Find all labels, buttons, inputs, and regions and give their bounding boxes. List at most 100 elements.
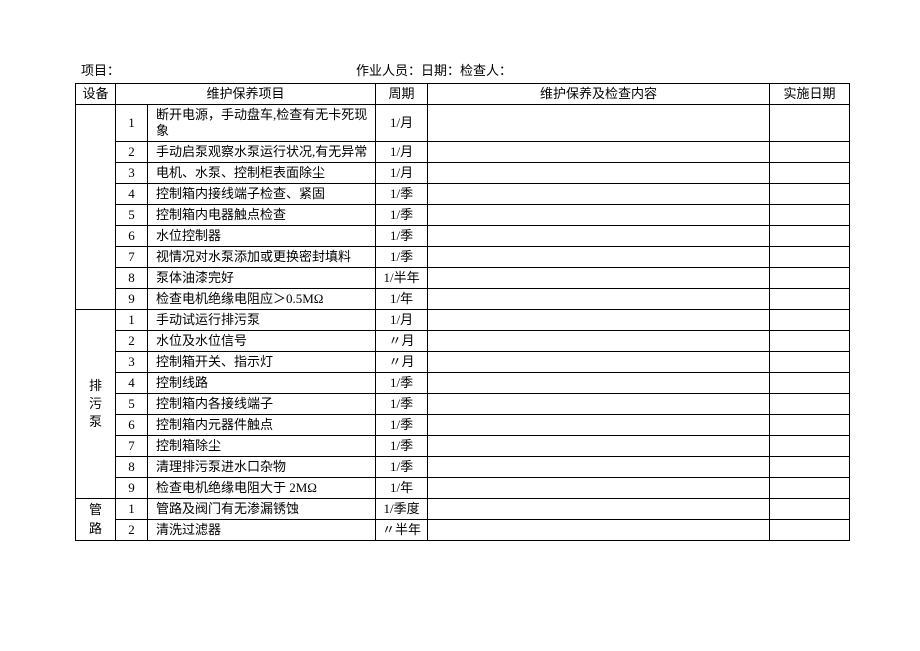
exec-date [770, 436, 850, 457]
check-content [428, 142, 770, 163]
item-name: 清洗过滤器 [148, 520, 376, 541]
row-number: 3 [116, 352, 148, 373]
row-number: 9 [116, 478, 148, 499]
table-row: 1断开电源，手动盘车,检查有无卡死现象1/月 [76, 105, 850, 142]
exec-date [770, 184, 850, 205]
exec-date [770, 394, 850, 415]
row-number: 7 [116, 436, 148, 457]
cycle: 1/季 [376, 394, 428, 415]
exec-date [770, 373, 850, 394]
row-number: 5 [116, 205, 148, 226]
item-name: 检查电机绝缘电阻应＞0.5MΩ [148, 289, 376, 310]
check-content [428, 105, 770, 142]
table-row: 2水位及水位信号〃月 [76, 331, 850, 352]
table-row: 9检查电机绝缘电阻大于 2MΩ1/年 [76, 478, 850, 499]
cycle: 1/季 [376, 373, 428, 394]
check-content [428, 499, 770, 520]
exec-date [770, 520, 850, 541]
cycle: 〃月 [376, 352, 428, 373]
item-name: 检查电机绝缘电阻大于 2MΩ [148, 478, 376, 499]
field-operator-row: 作业人员：日期：检查人： [356, 60, 844, 79]
table-row: 5控制箱内电器触点检查1/季 [76, 205, 850, 226]
check-content [428, 268, 770, 289]
cycle: 1/年 [376, 289, 428, 310]
check-content [428, 394, 770, 415]
cycle: 1/季 [376, 226, 428, 247]
th-date: 实施日期 [770, 84, 850, 105]
table-row: 3控制箱开关、指示灯〃月 [76, 352, 850, 373]
item-name: 控制箱内各接线端子 [148, 394, 376, 415]
cycle: 〃半年 [376, 520, 428, 541]
cycle: 1/季 [376, 436, 428, 457]
table-row: 3电机、水泵、控制柜表面除尘1/月 [76, 163, 850, 184]
item-name: 视情况对水泵添加或更换密封填料 [148, 247, 376, 268]
row-number: 1 [116, 499, 148, 520]
row-number: 2 [116, 331, 148, 352]
check-content [428, 457, 770, 478]
row-number: 8 [116, 457, 148, 478]
item-name: 水位控制器 [148, 226, 376, 247]
row-number: 4 [116, 373, 148, 394]
item-name: 手动试运行排污泵 [148, 310, 376, 331]
item-name: 控制箱内电器触点检查 [148, 205, 376, 226]
exec-date [770, 247, 850, 268]
equipment-cell [76, 105, 116, 310]
exec-date [770, 415, 850, 436]
cycle: 1/季 [376, 457, 428, 478]
exec-date [770, 268, 850, 289]
th-item: 维护保养项目 [116, 84, 376, 105]
table-row: 7控制箱除尘1/季 [76, 436, 850, 457]
table-header-row: 设备 维护保养项目 周期 维护保养及检查内容 实施日期 [76, 84, 850, 105]
exec-date [770, 478, 850, 499]
cycle: 1/月 [376, 163, 428, 184]
row-number: 7 [116, 247, 148, 268]
th-content: 维护保养及检查内容 [428, 84, 770, 105]
check-content [428, 289, 770, 310]
field-inspector: 检查人： [460, 63, 512, 78]
check-content [428, 184, 770, 205]
cycle: 1/季 [376, 415, 428, 436]
exec-date [770, 205, 850, 226]
cycle: 〃月 [376, 331, 428, 352]
field-date: 日期： [421, 63, 460, 78]
th-equipment: 设备 [76, 84, 116, 105]
field-project: 项目： [81, 60, 356, 79]
row-number: 2 [116, 520, 148, 541]
check-content [428, 247, 770, 268]
maintenance-table: 设备 维护保养项目 周期 维护保养及检查内容 实施日期 1断开电源，手动盘车,检… [75, 83, 850, 541]
check-content [428, 478, 770, 499]
th-cycle: 周期 [376, 84, 428, 105]
check-content [428, 352, 770, 373]
check-content [428, 520, 770, 541]
table-row: 管路1管路及阀门有无渗漏锈蚀1/季度 [76, 499, 850, 520]
exec-date [770, 142, 850, 163]
check-content [428, 415, 770, 436]
row-number: 1 [116, 105, 148, 142]
form-header: 项目： 作业人员：日期：检查人： [75, 60, 850, 79]
cycle: 1/月 [376, 142, 428, 163]
check-content [428, 226, 770, 247]
item-name: 控制箱开关、指示灯 [148, 352, 376, 373]
cycle: 1/季度 [376, 499, 428, 520]
check-content [428, 310, 770, 331]
cycle: 1/季 [376, 184, 428, 205]
row-number: 3 [116, 163, 148, 184]
exec-date [770, 331, 850, 352]
field-operator: 作业人员： [356, 63, 421, 78]
cycle: 1/半年 [376, 268, 428, 289]
row-number: 5 [116, 394, 148, 415]
equipment-cell: 排污泵 [76, 310, 116, 499]
item-name: 控制箱内接线端子检查、紧固 [148, 184, 376, 205]
check-content [428, 331, 770, 352]
row-number: 9 [116, 289, 148, 310]
row-number: 8 [116, 268, 148, 289]
exec-date [770, 352, 850, 373]
table-row: 排污泵1手动试运行排污泵1/月 [76, 310, 850, 331]
item-name: 控制箱除尘 [148, 436, 376, 457]
item-name: 控制箱内元器件触点 [148, 415, 376, 436]
row-number: 1 [116, 310, 148, 331]
table-row: 5控制箱内各接线端子1/季 [76, 394, 850, 415]
row-number: 6 [116, 226, 148, 247]
item-name: 手动启泵观察水泵运行状况,有无异常 [148, 142, 376, 163]
exec-date [770, 457, 850, 478]
